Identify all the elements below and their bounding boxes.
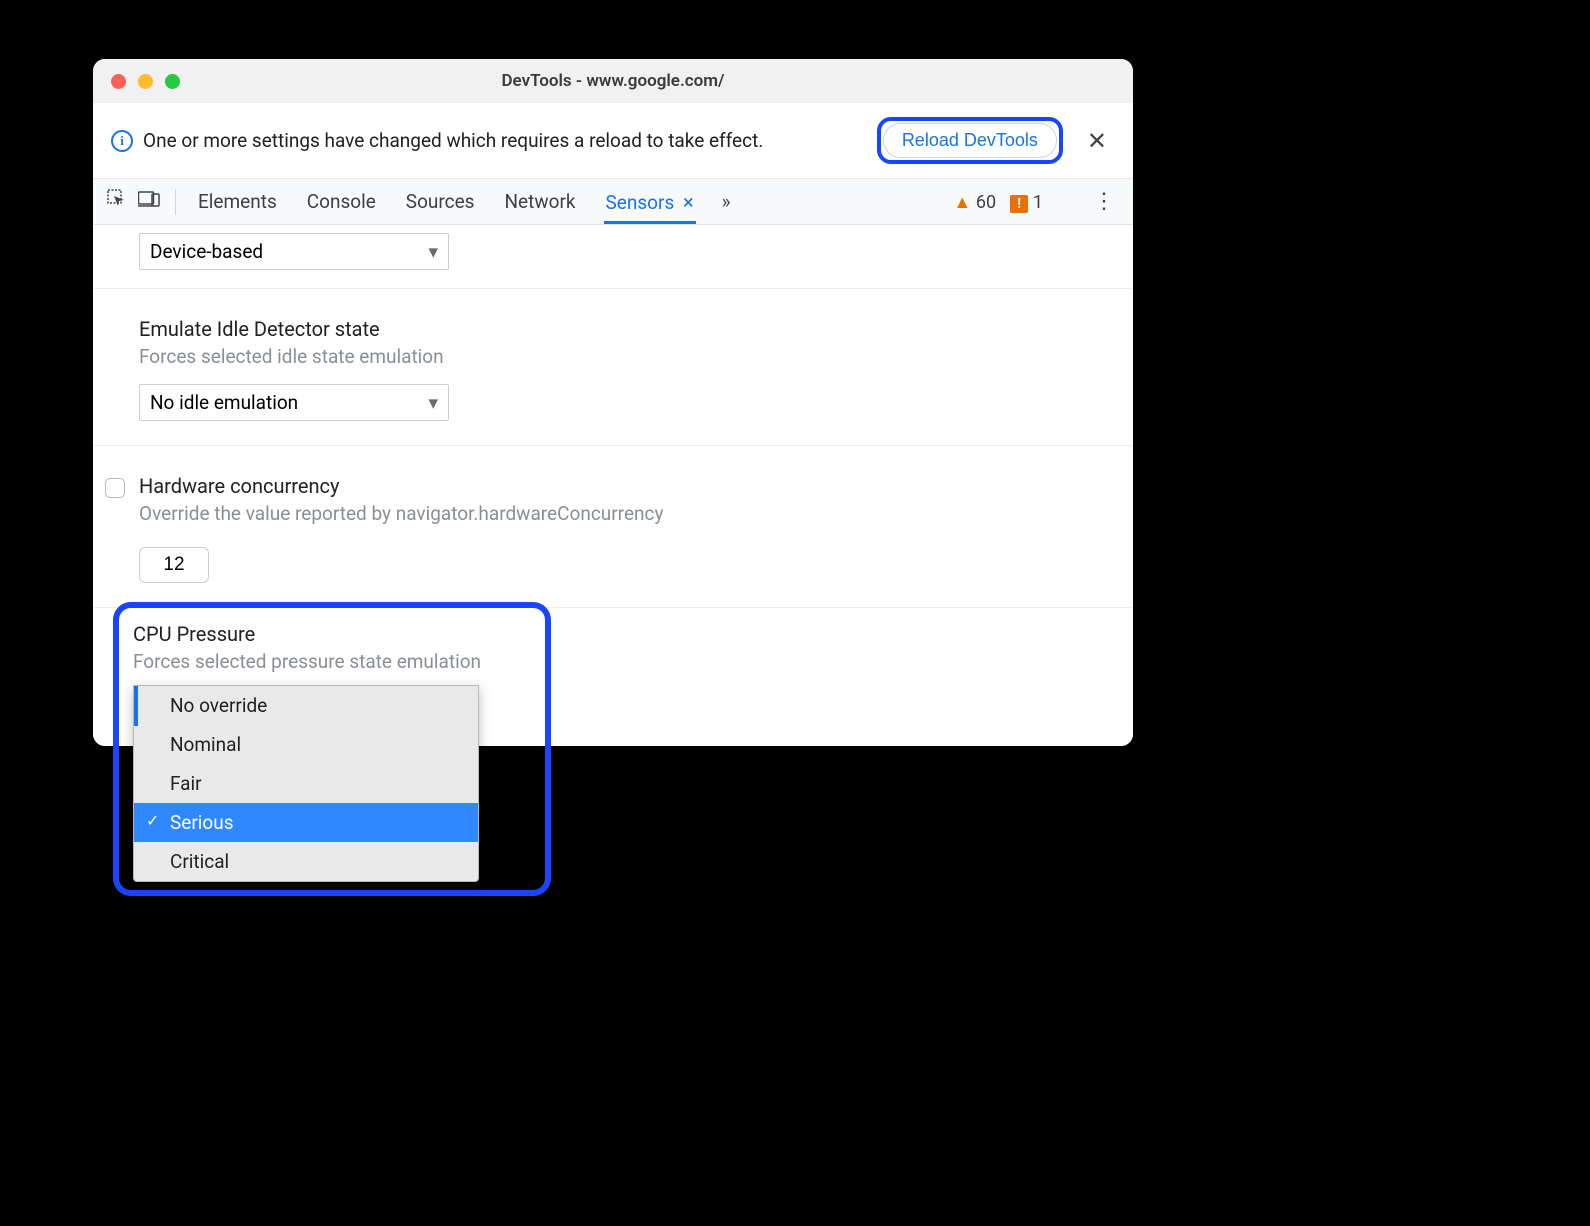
cpu-option-serious[interactable]: Serious — [134, 803, 478, 842]
cpu-option-no-override[interactable]: No override — [134, 686, 478, 725]
idle-select-value: No idle emulation — [150, 391, 298, 414]
more-menu-icon[interactable]: ⋮ — [1093, 189, 1115, 214]
cpu-option-critical[interactable]: Critical — [134, 842, 478, 881]
cpu-option-nominal[interactable]: Nominal — [134, 725, 478, 764]
more-tabs-icon[interactable]: » — [722, 190, 731, 213]
chevron-down-icon: ▾ — [428, 240, 438, 263]
reload-devtools-button[interactable]: Reload DevTools — [883, 123, 1057, 158]
warning-triangle-icon: ▲ — [953, 192, 971, 213]
concurrency-desc: Override the value reported by navigator… — [139, 502, 663, 525]
reload-highlight: Reload DevTools — [877, 117, 1063, 164]
issues-button[interactable]: ! 1 — [1010, 190, 1043, 213]
tab-sensors-label: Sensors — [606, 191, 675, 214]
status-area: ▲ 60 ! 1 ⋮ — [953, 188, 1115, 216]
issues-count: 1 — [1033, 192, 1043, 213]
issue-badge-icon: ! — [1010, 195, 1028, 213]
info-icon: i — [111, 130, 133, 152]
concurrency-title: Hardware concurrency — [139, 474, 663, 498]
sensors-panel: Device-based ▾ Emulate Idle Detector sta… — [93, 225, 1133, 746]
idle-title: Emulate Idle Detector state — [139, 317, 1133, 341]
minimize-window-button[interactable] — [138, 74, 153, 89]
cpu-pressure-select-open[interactable]: No override Nominal Fair Serious Critica… — [133, 685, 479, 882]
tab-elements[interactable]: Elements — [196, 180, 279, 223]
infobar-text: One or more settings have changed which … — [143, 129, 867, 152]
idle-section: Emulate Idle Detector state Forces selec… — [93, 289, 1133, 446]
tab-sensors[interactable]: Sensors × — [604, 180, 696, 224]
cpu-option-fair[interactable]: Fair — [134, 764, 478, 803]
infobar: i One or more settings have changed whic… — [93, 103, 1133, 179]
maximize-window-button[interactable] — [165, 74, 180, 89]
dismiss-infobar-button[interactable]: ✕ — [1079, 127, 1115, 155]
concurrency-input[interactable] — [139, 547, 209, 583]
cpu-desc: Forces selected pressure state emulation — [133, 650, 531, 673]
idle-select[interactable]: No idle emulation ▾ — [139, 384, 449, 421]
settings-gear-icon[interactable] — [1057, 188, 1079, 216]
separator — [175, 189, 176, 215]
traffic-lights — [93, 74, 180, 89]
cpu-pressure-section: CPU Pressure Forces selected pressure st… — [93, 608, 1133, 746]
chevron-down-icon: ▾ — [428, 391, 438, 414]
warnings-button[interactable]: ▲ 60 — [953, 190, 996, 213]
panel-tabs: Elements Console Sources Network Sensors… — [196, 180, 731, 224]
tab-sensors-close-icon[interactable]: × — [683, 190, 694, 214]
device-based-select-value: Device-based — [150, 240, 263, 263]
idle-desc: Forces selected idle state emulation — [139, 345, 1133, 368]
cpu-title: CPU Pressure — [133, 622, 531, 646]
inspect-element-icon[interactable] — [101, 189, 133, 214]
cpu-pressure-highlight: CPU Pressure Forces selected pressure st… — [113, 602, 551, 896]
concurrency-checkbox[interactable] — [105, 478, 125, 498]
toolbar: Elements Console Sources Network Sensors… — [93, 179, 1133, 225]
titlebar: DevTools - www.google.com/ — [93, 59, 1133, 103]
devtools-window: DevTools - www.google.com/ i One or more… — [93, 59, 1133, 746]
device-based-select[interactable]: Device-based ▾ — [139, 233, 449, 270]
warnings-count: 60 — [976, 192, 996, 213]
device-toolbar-icon[interactable] — [133, 190, 165, 213]
tab-sources[interactable]: Sources — [404, 180, 477, 223]
window-title: DevTools - www.google.com/ — [93, 71, 1133, 91]
tab-console[interactable]: Console — [305, 180, 378, 223]
tab-network[interactable]: Network — [502, 180, 577, 223]
concurrency-section: Hardware concurrency Override the value … — [93, 446, 1133, 608]
top-section: Device-based ▾ — [93, 225, 1133, 289]
close-window-button[interactable] — [111, 74, 126, 89]
